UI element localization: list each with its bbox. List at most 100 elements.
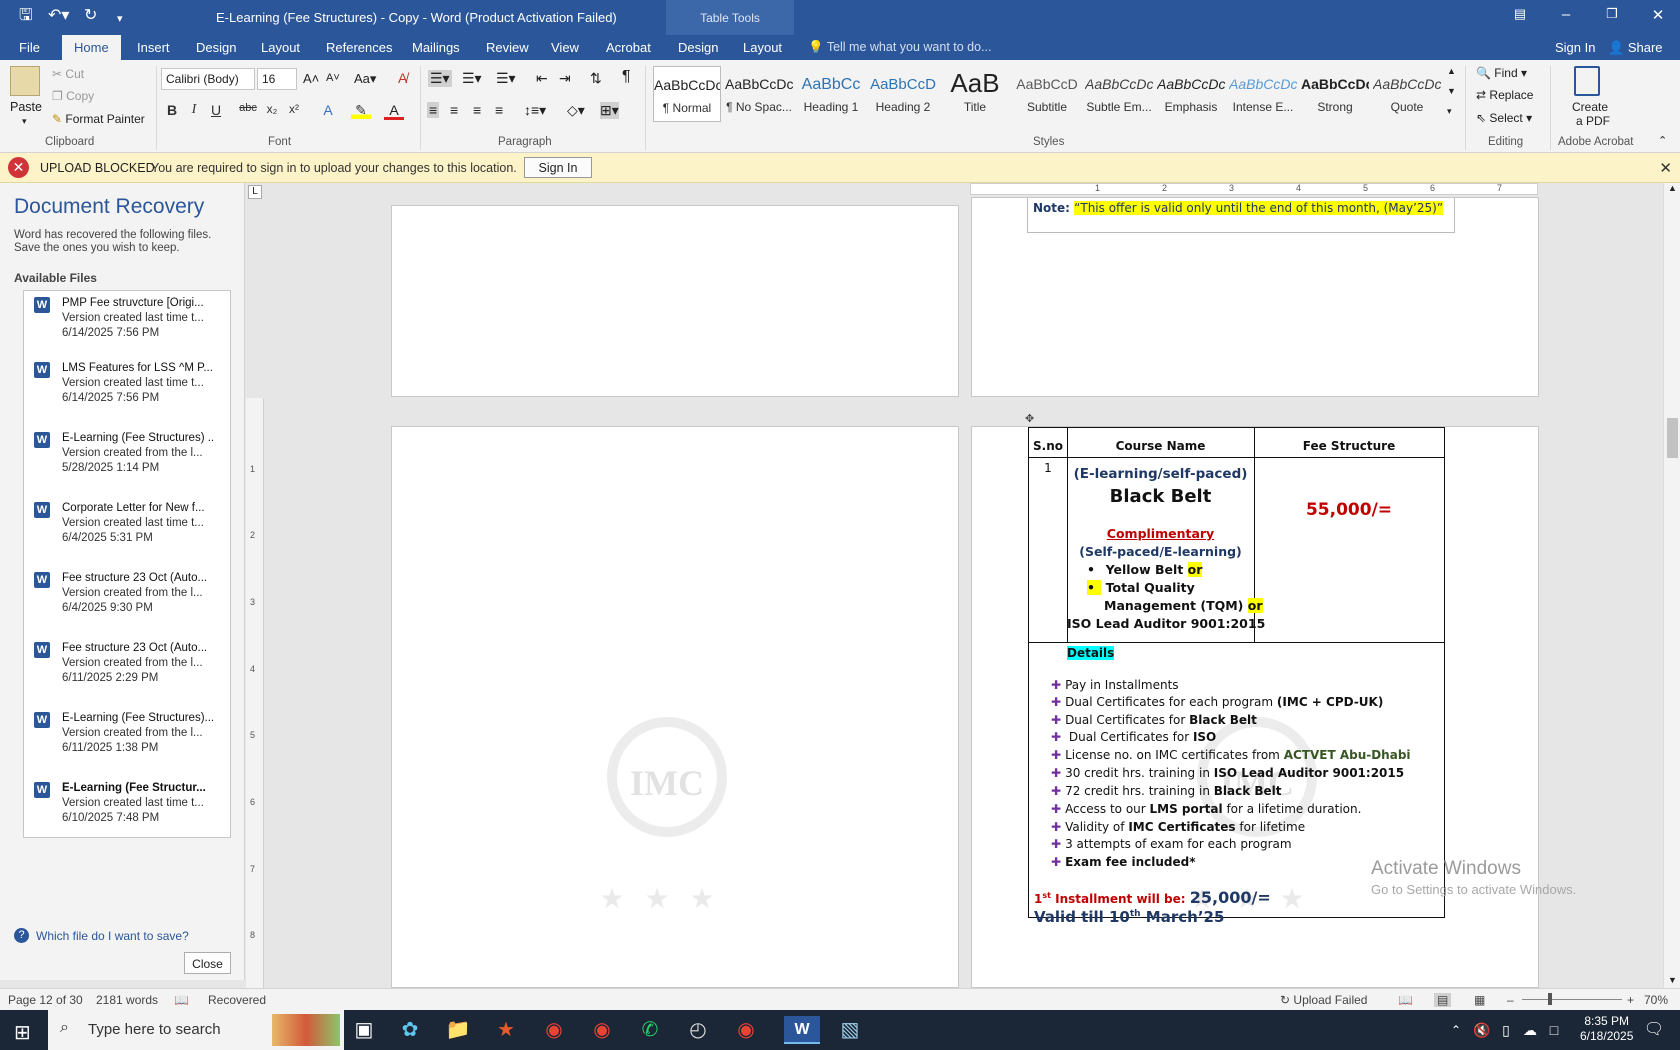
decrease-indent-icon[interactable]: ⇤ <box>536 70 548 87</box>
style-heading-1[interactable]: AaBbCc Heading 1 <box>797 66 865 122</box>
tab-references[interactable]: References <box>326 40 392 55</box>
tab-view[interactable]: View <box>551 40 579 55</box>
word-count[interactable]: 2181 words <box>96 993 158 1007</box>
underline-icon[interactable]: U <box>206 102 226 118</box>
paste-dropdown-icon[interactable]: ▾ <box>22 116 27 127</box>
list-item[interactable]: W E-Learning (Fee Structur... Version crea… <box>24 776 230 844</box>
shading-icon[interactable]: ◇▾ <box>567 102 585 119</box>
tab-layout[interactable]: Layout <box>261 40 300 55</box>
clock-app-icon[interactable]: ◴ <box>680 1016 716 1044</box>
file-explorer-icon[interactable]: 📁 <box>440 1016 476 1044</box>
tab-file[interactable]: File <box>19 40 40 55</box>
close-window-icon[interactable]: ✕ <box>1638 6 1678 24</box>
network-icon[interactable]: □ <box>1536 1016 1572 1044</box>
close-recovery-button[interactable]: Close <box>184 952 231 974</box>
redo-icon[interactable]: ↻ <box>84 8 97 24</box>
find-button[interactable]: 🔍 Find ▾ <box>1476 66 1527 80</box>
tab-selector-icon[interactable]: L <box>248 185 262 199</box>
app-icon[interactable]: ★ <box>488 1016 524 1044</box>
paste-icon[interactable] <box>10 66 40 96</box>
zoom-level[interactable]: 70% <box>1644 993 1668 1007</box>
replace-button[interactable]: ⇄ Replace <box>1476 88 1533 102</box>
sort-icon[interactable]: ⇅ <box>590 70 602 87</box>
read-mode-icon[interactable]: 📖 <box>1398 993 1413 1007</box>
tab-insert[interactable]: Insert <box>137 40 170 55</box>
copy-button[interactable]: ❐ Copy <box>52 89 94 103</box>
styles-more-icon[interactable]: ▾ <box>1447 106 1452 117</box>
zoom-slider-thumb[interactable] <box>1548 993 1552 1005</box>
tab-table-design[interactable]: Design <box>678 40 718 55</box>
whatsapp-icon[interactable]: ✆ <box>632 1016 668 1044</box>
pilcrow-icon[interactable]: ¶ <box>622 68 631 86</box>
proofing-icon[interactable]: 📖 <box>174 993 189 1007</box>
bullets-icon[interactable]: ☰▾ <box>428 70 452 87</box>
list-item[interactable]: W E-Learning (Fee Structures)... Version c… <box>24 706 230 774</box>
which-file-help-link[interactable]: Which file do I want to save? <box>36 929 189 943</box>
justify-icon[interactable]: ≡ <box>495 102 503 118</box>
paste-button[interactable]: Paste <box>10 100 42 114</box>
task-view-icon[interactable]: ▣ <box>346 1016 382 1044</box>
vertical-scrollbar[interactable]: ▲ ▼ <box>1663 183 1680 988</box>
style-quote[interactable]: AaBbCcDc Quote <box>1373 66 1441 122</box>
list-item[interactable]: W Fee structure 23 Oct (Auto... Version cr… <box>24 636 230 704</box>
save-icon[interactable]: 🖫 <box>19 8 33 24</box>
customize-icon[interactable]: ▾ <box>117 11 123 27</box>
list-item[interactable]: W LMS Features for LSS ^M P... Version cre… <box>24 356 230 424</box>
list-item[interactable]: W PMP Fee struvcture [Origi... Version cre… <box>24 291 230 359</box>
table-move-handle-icon[interactable]: ✥ <box>1025 412 1034 425</box>
grow-font-icon[interactable]: A˄ <box>303 71 319 86</box>
app-icon[interactable]: ▧ <box>832 1016 868 1044</box>
upload-failed-status[interactable]: ↻ Upload Failed <box>1280 993 1367 1007</box>
chrome-icon[interactable]: ◉ <box>728 1016 764 1044</box>
scroll-down-icon[interactable]: ▼ <box>1668 975 1677 985</box>
collapse-ribbon-icon[interactable]: ⌃ <box>1658 134 1667 147</box>
style-normal[interactable]: AaBbCcDc ¶ Normal <box>653 66 721 122</box>
style-subtitle[interactable]: AaBbCcD Subtitle <box>1013 66 1081 122</box>
tell-me-input[interactable]: 💡 Tell me what you want to do... <box>808 40 992 55</box>
numbering-icon[interactable]: ☰▾ <box>462 70 482 87</box>
print-layout-icon[interactable]: ▤ <box>1434 993 1452 1007</box>
minimize-icon[interactable]: – <box>1546 6 1586 23</box>
bold-icon[interactable]: B <box>162 102 182 118</box>
taskbar-search[interactable]: ⌕ Type here to search <box>48 1010 344 1050</box>
message-sign-in-button[interactable]: Sign In <box>524 157 592 178</box>
zoom-slider[interactable] <box>1522 999 1622 1000</box>
ribbon-options-icon[interactable]: ▤ <box>1500 6 1540 22</box>
style-intense-emphasis[interactable]: AaBbCcDc Intense E... <box>1229 66 1297 122</box>
page-count[interactable]: Page 12 of 30 <box>8 993 83 1007</box>
align-right-icon[interactable]: ≡ <box>473 102 481 118</box>
undo-icon[interactable]: ↶▾ <box>48 8 69 24</box>
copilot-icon[interactable]: ✿ <box>392 1016 428 1044</box>
borders-icon[interactable]: ⊞▾ <box>600 102 619 119</box>
tab-review[interactable]: Review <box>486 40 529 55</box>
italic-icon[interactable]: I <box>184 102 204 118</box>
tab-design[interactable]: Design <box>196 40 236 55</box>
notifications-icon[interactable]: 🗨 <box>1636 1016 1672 1044</box>
create-pdf-icon[interactable] <box>1574 66 1600 96</box>
font-name-dropdown[interactable]: Calibri (Body) <box>161 68 255 90</box>
chrome-icon[interactable]: ◉ <box>584 1016 620 1044</box>
zoom-out-icon[interactable]: – <box>1507 993 1514 1007</box>
style-no-spacing[interactable]: AaBbCcDc ¶ No Spac... <box>725 66 793 122</box>
tab-table-layout[interactable]: Layout <box>743 40 782 55</box>
align-center-icon[interactable]: ≡ <box>450 102 458 118</box>
tab-mailings[interactable]: Mailings <box>412 40 460 55</box>
list-item[interactable]: W Corporate Letter for New f... Version cr… <box>24 496 230 564</box>
select-button[interactable]: ⇖ Select ▾ <box>1476 111 1532 125</box>
format-painter-button[interactable]: ✎ Format Painter <box>52 112 145 126</box>
style-subtle-emphasis[interactable]: AaBbCcDc Subtle Em... <box>1085 66 1153 122</box>
tab-acrobat[interactable]: Acrobat <box>606 40 651 55</box>
chrome-icon[interactable]: ◉ <box>536 1016 572 1044</box>
subscript-icon[interactable]: x₂ <box>262 102 282 116</box>
scroll-up-icon[interactable]: ▲ <box>1668 183 1677 193</box>
start-button[interactable]: ⊞ <box>0 1010 48 1050</box>
multilevel-list-icon[interactable]: ☰▾ <box>496 70 516 87</box>
highlight-icon[interactable]: ✎ <box>351 102 371 119</box>
style-title[interactable]: AaB Title <box>941 66 1009 122</box>
cut-button[interactable]: ✂ Cut <box>52 67 84 81</box>
strikethrough-icon[interactable]: abc <box>238 102 258 114</box>
font-color-icon[interactable]: A <box>384 102 404 120</box>
create-pdf-button[interactable]: Create a PDF <box>1570 100 1610 128</box>
style-heading-2[interactable]: AaBbCcD Heading 2 <box>869 66 937 122</box>
style-emphasis[interactable]: AaBbCcDc Emphasis <box>1157 66 1225 122</box>
